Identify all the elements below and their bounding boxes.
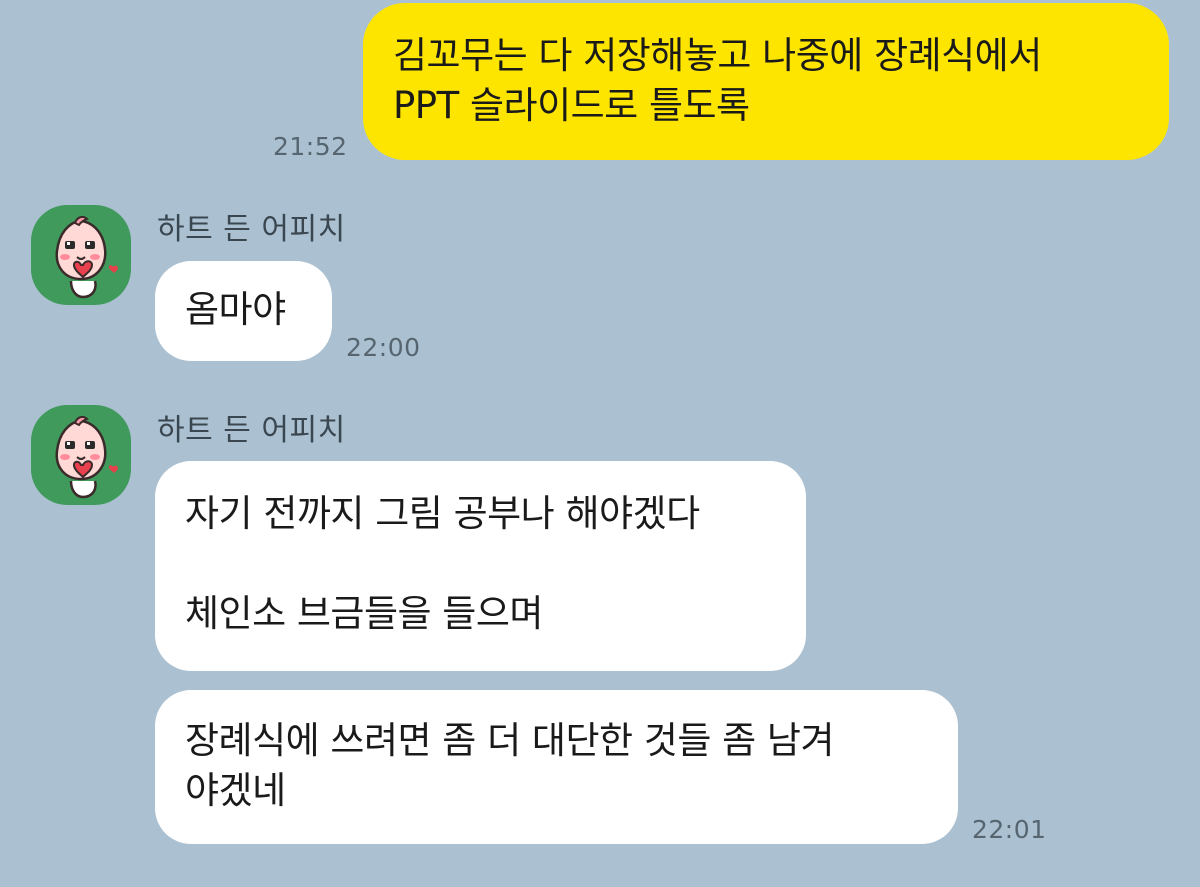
their-message-bubble[interactable]: 자기 전까지 그림 공부나 해야겠다 체인소 브금들을 들으며 xyxy=(155,461,806,671)
apeach-heart-icon xyxy=(55,215,118,299)
message-timestamp: 21:52 xyxy=(273,132,348,161)
their-message-bubble[interactable]: 옴마야 xyxy=(155,261,332,361)
message-line: 체인소 브금들을 들으며 xyxy=(185,592,543,635)
message-line: 장례식에 쓰려면 좀 더 대단한 것들 좀 남겨 xyxy=(185,719,835,762)
message-line: 자기 전까지 그림 공부나 해야겠다 xyxy=(185,492,700,535)
sender-name: 하트 든 어피치 xyxy=(157,212,346,247)
apeach-heart-icon xyxy=(55,415,118,499)
message-timestamp: 22:00 xyxy=(346,333,421,362)
message-line: 옴마야 xyxy=(185,288,286,331)
avatar[interactable] xyxy=(31,405,131,505)
their-message-bubble[interactable]: 장례식에 쓰려면 좀 더 대단한 것들 좀 남겨 야겠네 xyxy=(155,690,958,844)
my-message-bubble[interactable]: 김꼬무는 다 저장해놓고 나중에 장례식에서 PPT 슬라이드로 틀도록 xyxy=(363,3,1169,160)
message-line: PPT 슬라이드로 틀도록 xyxy=(393,84,750,127)
message-timestamp: 22:01 xyxy=(972,815,1047,844)
message-line: 김꼬무는 다 저장해놓고 나중에 장례식에서 xyxy=(393,34,1042,77)
chat-room: 김꼬무는 다 저장해놓고 나중에 장례식에서 PPT 슬라이드로 틀도록 21:… xyxy=(0,0,1200,887)
avatar[interactable] xyxy=(31,205,131,305)
message-line: 야겠네 xyxy=(185,769,286,812)
sender-name: 하트 든 어피치 xyxy=(157,413,346,448)
message-line xyxy=(185,539,776,589)
